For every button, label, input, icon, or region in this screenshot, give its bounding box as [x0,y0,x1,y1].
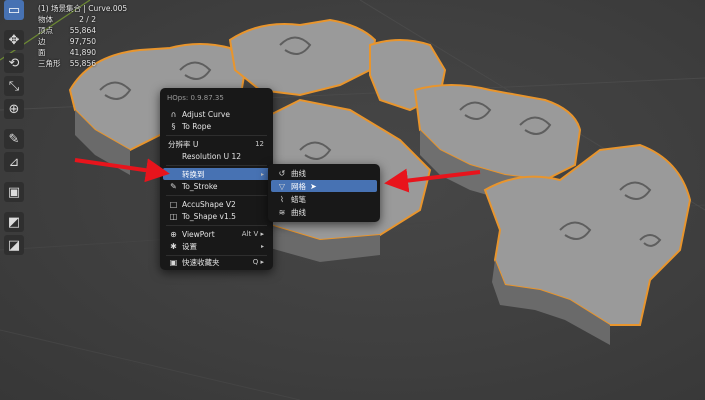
submenu-arrow-icon: ▸ [260,170,264,178]
rotate-icon: ⟲ [8,55,20,71]
bevel-icon: ◩ [7,214,21,230]
measure-tool-button[interactable]: ⊿ [4,152,24,172]
3d-viewport[interactable]: ▭ ✥ ⟲ ⤡ ⊕ ✎ ⊿ ▣ ◩ ◪ (1) 场景集合 | Curve.005… [0,0,705,400]
move-tool-button[interactable]: ✥ [4,30,24,50]
pencil-icon: ✎ [170,181,177,191]
scene-title: (1) 场景集合 | Curve.005 [38,4,128,13]
shape-icon: ◪ [7,237,21,253]
resolution-u-field[interactable]: 分辨率 U 12 [163,138,270,150]
rotate-tool-button[interactable]: ⟲ [4,53,24,73]
grease-pencil-icon: ⌇ [280,194,284,204]
resolution-u-item[interactable]: Resolution U 12 [163,150,270,162]
measure-icon: ⊿ [8,154,20,170]
hops-menu: HOps: 0.9.87.35 ∩ Adjust Curve § To Rope… [160,88,273,270]
curves-hair-icon: ≋ [278,207,286,217]
hops-menu-header: HOps: 0.9.87.35 [167,94,224,102]
stats-row: 顶点 55,864 [38,26,96,35]
to-rope-item[interactable]: § To Rope [163,120,270,132]
scale-icon: ⤡ [8,78,20,94]
scale-tool-button[interactable]: ⤡ [4,76,24,96]
tool-shelf: ▭ ✥ ⟲ ⤡ ⊕ ✎ ⊿ ▣ ◩ ◪ [4,0,26,255]
square-icon: □ [169,199,178,209]
add-cube-tool-button[interactable]: ▣ [4,182,24,202]
convert-to-item[interactable]: 转换到 ▸ [163,168,270,180]
bevel-tool-button[interactable]: ◩ [4,212,24,232]
to-shape-item[interactable]: ◫ To_Shape v1.5 [163,210,270,222]
mesh-icon: ▽ [278,181,286,191]
select-box-icon: ▭ [7,2,21,18]
viewport-stats-overlay: (1) 场景集合 | Curve.005 物体 2 / 2 顶点 55,864 边9… [38,3,127,69]
settings-item[interactable]: ✱ 设置 ▸ [163,240,270,252]
curve-icon: ↺ [278,168,286,178]
accushape-item[interactable]: □ AccuShape V2 [163,198,270,210]
shape-tool-button[interactable]: ◪ [4,235,24,255]
quick-favorites-item[interactable]: ▣ 快速收藏夹 Q ▸ [163,256,270,268]
convert-to-curve-item[interactable]: ↺ 曲线 [271,167,377,179]
globe-icon: ⊕ [170,229,177,239]
transform-tool-button[interactable]: ⊕ [4,99,24,119]
mouse-cursor-icon: ➤ [310,181,317,191]
submenu-arrow-icon: ▸ [260,242,264,250]
rope-icon: § [171,121,176,131]
add-cube-icon: ▣ [7,184,21,200]
annotate-tool-button[interactable]: ✎ [4,129,24,149]
convert-to-mesh-item[interactable]: ▽ 网格 ➤ [271,180,377,192]
gear-icon: ✱ [170,241,177,251]
viewport-item[interactable]: ⊕ ViewPort Alt V ▸ [163,228,270,240]
stats-row: 三角形 55,856 [38,59,96,68]
to-stroke-item[interactable]: ✎ To_Stroke [163,180,270,192]
shape-icon: ◫ [169,211,178,221]
adjust-curve-item[interactable]: ∩ Adjust Curve [163,108,270,120]
stats-row: 面 41,890 [38,48,96,57]
move-icon: ✥ [8,32,20,48]
favorites-icon: ▣ [169,257,178,267]
select-tool-button[interactable]: ▭ [4,0,24,20]
stats-row: 物体 2 / 2 [38,15,96,24]
adjust-curve-icon: ∩ [170,109,177,119]
transform-icon: ⊕ [8,101,20,117]
convert-to-submenu: ↺ 曲线 ▽ 网格 ➤ ⌇ 蜡笔 ≋ 曲线 [268,164,380,222]
stats-row: 边 97,750 [38,37,96,46]
annotate-icon: ✎ [8,131,20,147]
convert-to-curves-item[interactable]: ≋ 曲线 [271,206,377,218]
convert-to-grease-pencil-item[interactable]: ⌇ 蜡笔 [271,193,377,205]
